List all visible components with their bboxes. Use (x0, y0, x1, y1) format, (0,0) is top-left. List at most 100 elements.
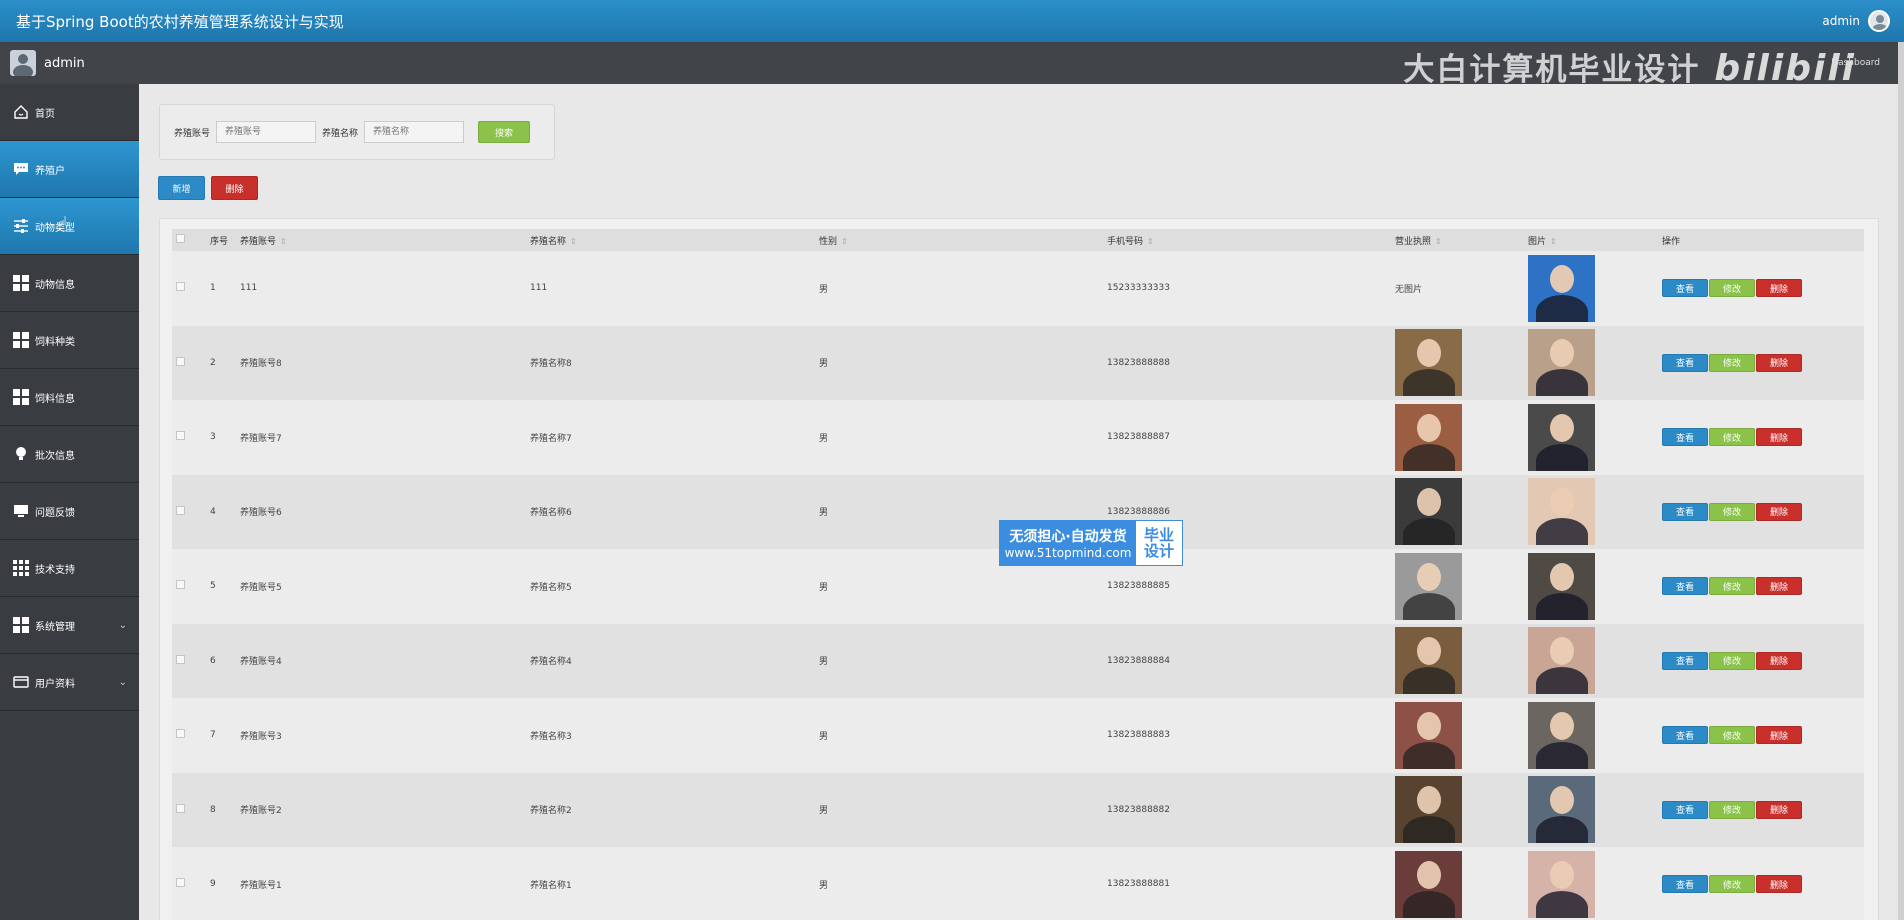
row-checkbox[interactable] (176, 803, 185, 813)
header-phone[interactable]: 手机号码 ⇕ (1103, 229, 1391, 251)
row-checkbox[interactable] (176, 580, 185, 590)
search-button[interactable]: 搜索 (478, 121, 531, 143)
sort-icon[interactable]: ⇕ (1147, 237, 1154, 246)
edit-button[interactable]: 修改 (1709, 875, 1755, 894)
delete-button[interactable]: 删除 (1756, 875, 1802, 894)
sidebar-item-farmers[interactable]: 养殖户 (0, 141, 139, 198)
row-checkbox-cell[interactable] (172, 400, 206, 475)
sidebar-item-system[interactable]: 系统管理 ⌄ (0, 597, 139, 654)
header-name[interactable]: 养殖名称 ⇕ (526, 229, 815, 251)
license-image[interactable] (1395, 552, 1462, 620)
header-account[interactable]: 养殖账号 ⇕ (236, 229, 526, 251)
row-actions: 查看 修改 删除 (1658, 847, 1864, 920)
header-user-menu[interactable]: admin (1822, 10, 1890, 32)
license-image[interactable] (1395, 850, 1462, 918)
row-checkbox-cell[interactable] (172, 847, 206, 920)
row-checkbox[interactable] (176, 878, 185, 888)
row-checkbox-cell[interactable] (172, 773, 206, 848)
sidebar-item-home[interactable]: 首页 (0, 84, 139, 141)
sort-icon[interactable]: ⇕ (841, 237, 848, 246)
row-checkbox[interactable] (176, 505, 185, 515)
bulk-delete-button[interactable]: 删除 (211, 176, 258, 200)
sort-icon[interactable]: ⇕ (280, 237, 287, 246)
view-button[interactable]: 查看 (1662, 577, 1708, 596)
view-button[interactable]: 查看 (1662, 279, 1708, 298)
name-search-input[interactable] (364, 121, 465, 143)
view-button[interactable]: 查看 (1662, 875, 1708, 894)
breadcrumb[interactable]: Dashboard (1831, 58, 1880, 68)
sort-icon[interactable]: ⇕ (1550, 237, 1557, 246)
sort-icon[interactable]: ⇕ (570, 237, 577, 246)
view-button[interactable]: 查看 (1662, 502, 1708, 521)
view-button[interactable]: 查看 (1662, 800, 1708, 819)
row-checkbox[interactable] (176, 356, 185, 366)
photo-image[interactable] (1528, 552, 1595, 620)
row-checkbox-cell[interactable] (172, 326, 206, 401)
edit-button[interactable]: 修改 (1709, 353, 1755, 372)
photo-image[interactable] (1528, 776, 1595, 844)
header-photo[interactable]: 图片 ⇕ (1524, 229, 1658, 251)
license-image[interactable] (1395, 701, 1462, 769)
edit-button[interactable]: 修改 (1709, 651, 1755, 670)
add-button[interactable]: 新增 (158, 176, 205, 200)
account-search-input[interactable] (216, 121, 317, 143)
sidebar-item-feed-info[interactable]: 饲料信息 (0, 369, 139, 426)
sort-icon[interactable]: ⇕ (1435, 237, 1442, 246)
edit-button[interactable]: 修改 (1709, 279, 1755, 298)
license-image[interactable] (1395, 627, 1462, 695)
header-avatar-icon[interactable] (1868, 10, 1890, 32)
no-image-text: 无图片 (1395, 284, 1423, 295)
sidebar-item-user-profile[interactable]: 用户资料 ⌄ (0, 654, 139, 711)
row-checkbox-cell[interactable] (172, 475, 206, 550)
delete-button[interactable]: 删除 (1756, 800, 1802, 819)
row-checkbox-cell[interactable] (172, 698, 206, 773)
delete-button[interactable]: 删除 (1756, 502, 1802, 521)
view-button[interactable]: 查看 (1662, 651, 1708, 670)
sidebar-item-animal-info[interactable]: 动物信息 (0, 255, 139, 312)
row-checkbox-cell[interactable] (172, 624, 206, 699)
delete-button[interactable]: 删除 (1756, 577, 1802, 596)
edit-button[interactable]: 修改 (1709, 502, 1755, 521)
row-checkbox[interactable] (176, 282, 185, 292)
header-checkbox-cell[interactable] (172, 229, 206, 251)
license-image[interactable] (1395, 403, 1462, 471)
delete-button[interactable]: 删除 (1756, 428, 1802, 447)
photo-image[interactable] (1528, 627, 1595, 695)
delete-button[interactable]: 删除 (1756, 651, 1802, 670)
photo-image[interactable] (1528, 701, 1595, 769)
page-scrollbar[interactable] (1898, 42, 1904, 920)
photo-image[interactable] (1528, 329, 1595, 397)
sidebar-item-animal-types[interactable]: 动物类型 ☝ (0, 198, 139, 255)
row-checkbox[interactable] (176, 729, 185, 739)
photo-image[interactable] (1528, 254, 1595, 322)
header-gender[interactable]: 性别 ⇕ (815, 229, 1103, 251)
delete-button[interactable]: 删除 (1756, 726, 1802, 745)
select-all-checkbox[interactable] (176, 234, 185, 243)
edit-button[interactable]: 修改 (1709, 800, 1755, 819)
photo-image[interactable] (1528, 850, 1595, 918)
sidebar-item-tech-support[interactable]: 技术支持 (0, 540, 139, 597)
ad-banner[interactable]: 无须担心·自动发货 www.51topmind.com 毕业 设计 (999, 520, 1183, 566)
photo-image[interactable] (1528, 403, 1595, 471)
header-license[interactable]: 营业执照 ⇕ (1391, 229, 1524, 251)
edit-button[interactable]: 修改 (1709, 726, 1755, 745)
row-checkbox-cell[interactable] (172, 251, 206, 326)
view-button[interactable]: 查看 (1662, 726, 1708, 745)
edit-button[interactable]: 修改 (1709, 428, 1755, 447)
sidebar-item-feedback[interactable]: 问题反馈 (0, 483, 139, 540)
delete-button[interactable]: 删除 (1756, 353, 1802, 372)
photo-image[interactable] (1528, 478, 1595, 546)
delete-button[interactable]: 删除 (1756, 279, 1802, 298)
header-username[interactable]: admin (1822, 14, 1860, 28)
license-image[interactable] (1395, 776, 1462, 844)
row-checkbox[interactable] (176, 431, 185, 441)
edit-button[interactable]: 修改 (1709, 577, 1755, 596)
row-checkbox[interactable] (176, 654, 185, 664)
view-button[interactable]: 查看 (1662, 428, 1708, 447)
sidebar-item-feed-types[interactable]: 饲料种类 (0, 312, 139, 369)
license-image[interactable] (1395, 478, 1462, 546)
row-checkbox-cell[interactable] (172, 549, 206, 624)
sidebar-item-batch-info[interactable]: 批次信息 (0, 426, 139, 483)
view-button[interactable]: 查看 (1662, 353, 1708, 372)
license-image[interactable] (1395, 329, 1462, 397)
